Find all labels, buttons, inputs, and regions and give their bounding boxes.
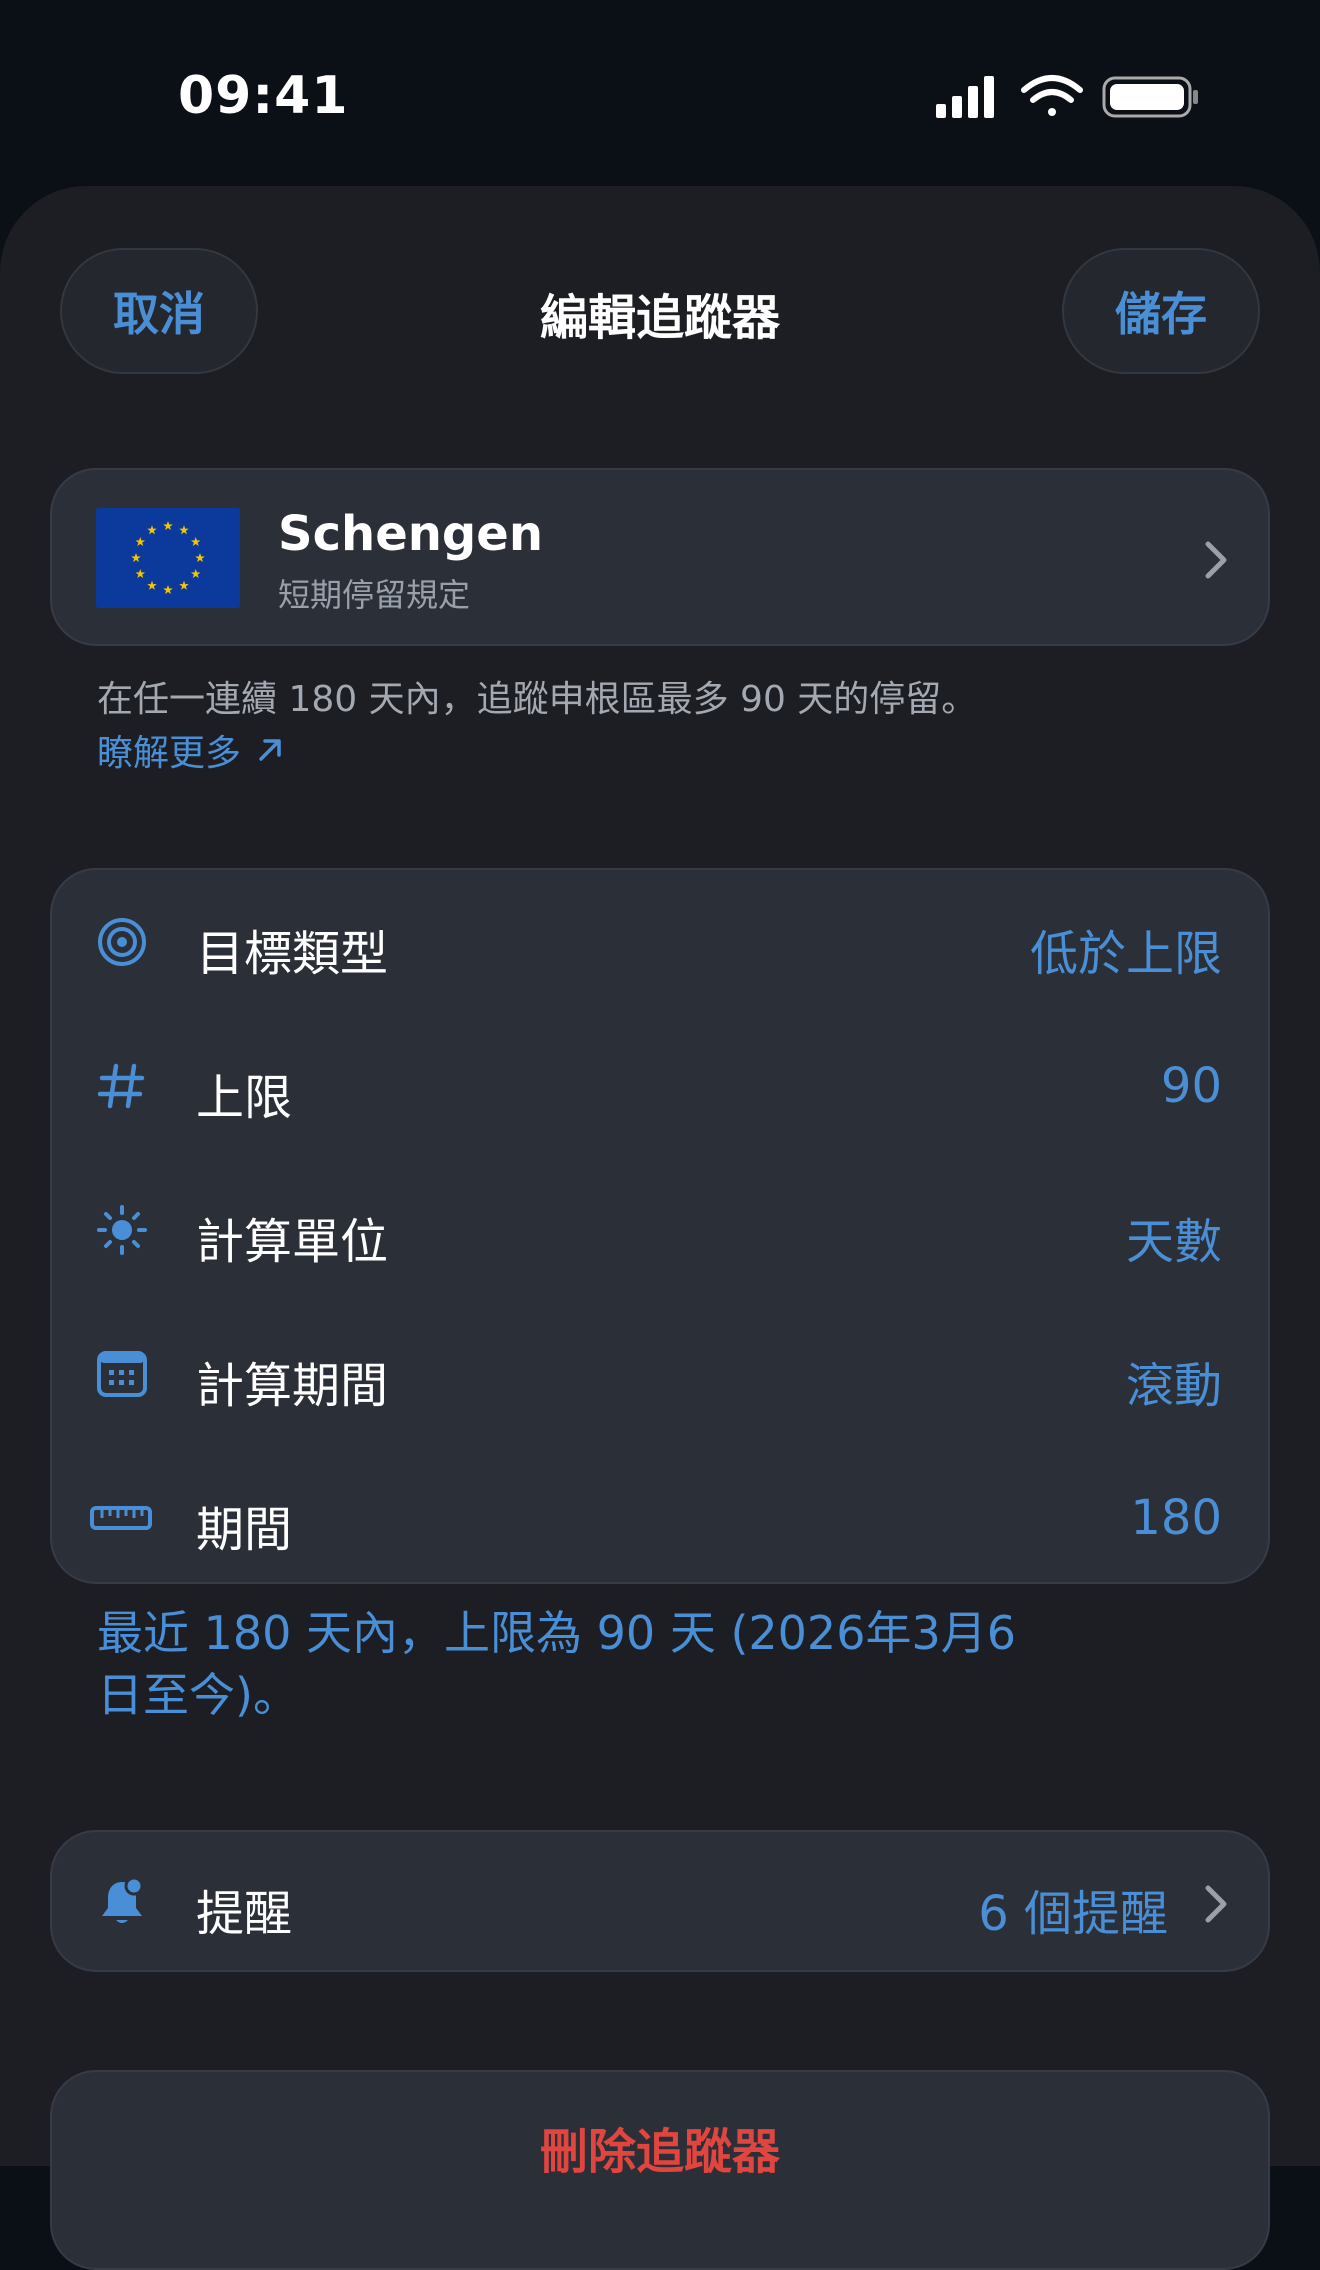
setting-value: 天數 xyxy=(1125,1214,1222,1270)
setting-row-period-type[interactable]: 計算期間 滾動 xyxy=(52,1302,1268,1446)
setting-label: 計算單位 xyxy=(196,1214,389,1270)
rule-description: 在任一連續 180 天內，追蹤申根區最多 90 天的停留。 xyxy=(97,679,978,720)
ruler-icon xyxy=(90,1506,152,1530)
setting-label: 目標類型 xyxy=(196,926,389,982)
status-bar: 09:41 xyxy=(0,0,1320,190)
sun-icon xyxy=(97,1205,147,1255)
reminders-row[interactable]: 提醒 6 個提醒 xyxy=(50,1830,1270,1972)
learn-more-label: 瞭解更多 xyxy=(97,733,242,774)
cellular-signal-icon xyxy=(936,76,994,118)
setting-row-limit[interactable]: 上限 90 xyxy=(52,1014,1268,1158)
external-link-icon xyxy=(259,739,281,761)
delete-tracker-button[interactable]: 刪除追蹤器 xyxy=(50,2070,1270,2270)
save-button[interactable]: 儲存 xyxy=(1062,248,1260,374)
setting-row-unit[interactable]: 計算單位 天數 xyxy=(52,1158,1268,1302)
setting-row-period-length[interactable]: 期間 180 xyxy=(52,1446,1268,1590)
setting-row-goal-type[interactable]: 目標類型 低於上限 xyxy=(52,870,1268,1014)
rule-name: Schengen xyxy=(278,506,544,562)
settings-list: 目標類型 低於上限 上限 90 計算單位 天數 計算期間 滾動 期間 180 xyxy=(50,868,1270,1584)
setting-value: 90 xyxy=(1160,1058,1222,1114)
target-icon xyxy=(98,918,146,966)
rule-subtitle: 短期停留規定 xyxy=(278,576,471,614)
rule-selector-row[interactable]: Schengen 短期停留規定 xyxy=(50,468,1270,646)
bell-icon xyxy=(102,1876,144,1923)
eu-flag-icon xyxy=(96,508,240,608)
reminders-label: 提醒 xyxy=(196,1886,293,1942)
status-icons xyxy=(936,75,1198,118)
battery-icon xyxy=(1102,76,1198,118)
status-time: 09:41 xyxy=(178,66,349,126)
setting-label: 上限 xyxy=(196,1070,293,1126)
setting-label: 期間 xyxy=(196,1502,293,1558)
edit-tracker-sheet: 取消 編輯追蹤器 儲存 Schengen 短期停留規定 在任一連續 180 天內… xyxy=(0,186,1320,2270)
setting-value: 低於上限 xyxy=(1029,926,1222,982)
setting-value: 180 xyxy=(1130,1490,1222,1546)
chevron-right-icon xyxy=(1205,541,1227,579)
wifi-icon xyxy=(1021,75,1083,116)
chevron-right-icon xyxy=(1205,1885,1227,1923)
learn-more-link[interactable]: 瞭解更多 xyxy=(97,724,285,776)
setting-label: 計算期間 xyxy=(196,1358,389,1414)
reminders-count: 6 個提醒 xyxy=(978,1886,1168,1942)
hash-icon xyxy=(97,1063,145,1109)
tracker-summary: 最近 180 天內，上限為 90 天 (2026年3月6日至今)。 xyxy=(97,1606,1016,1722)
delete-label: 刪除追蹤器 xyxy=(539,2124,780,2180)
setting-value: 滾動 xyxy=(1125,1358,1222,1414)
calendar-icon xyxy=(97,1351,147,1397)
